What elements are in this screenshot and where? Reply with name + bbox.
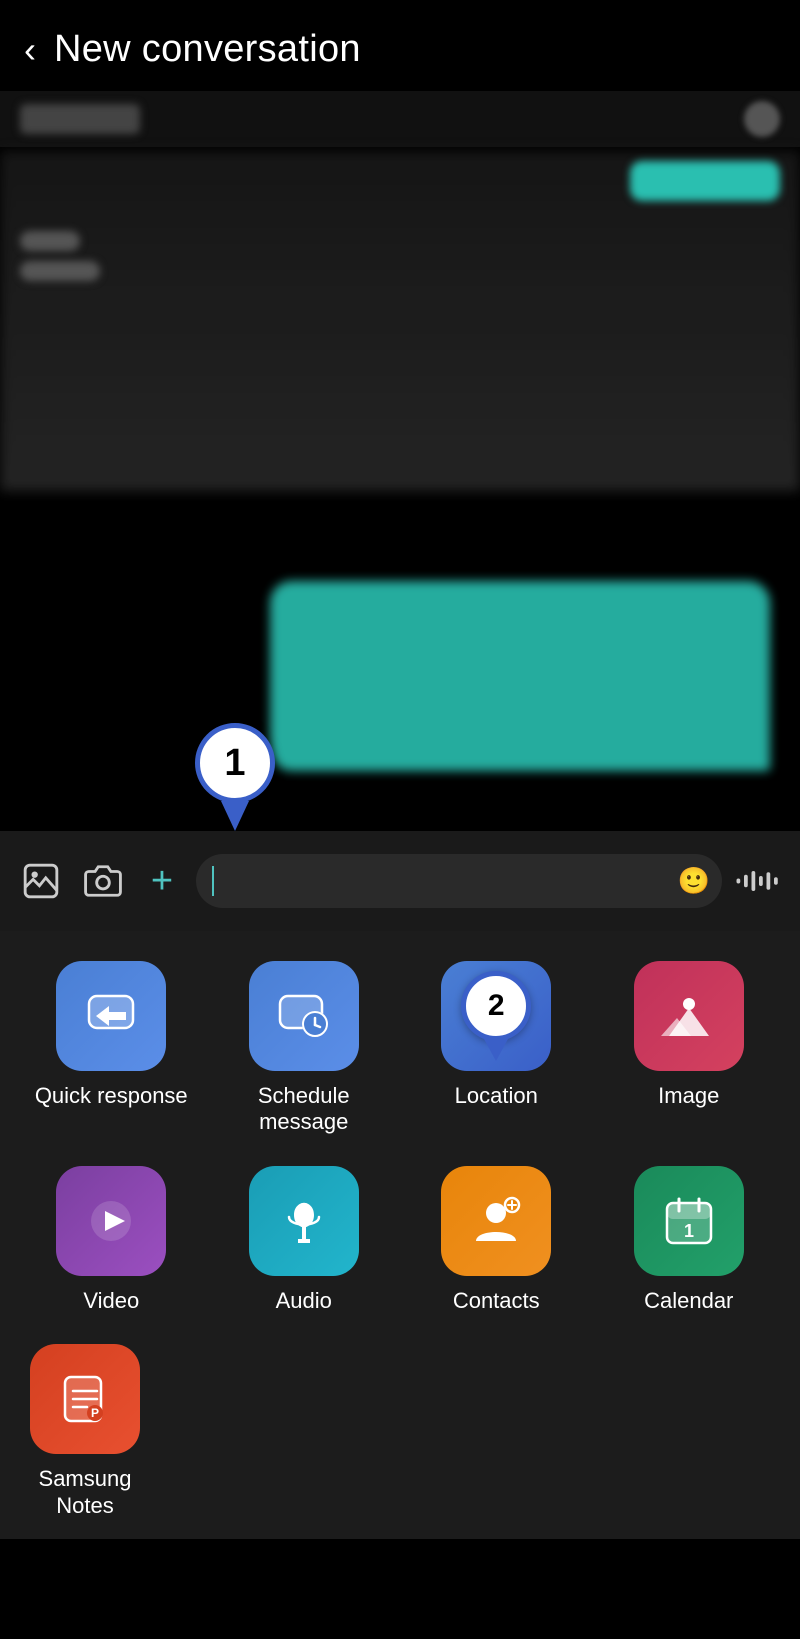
audio-icon xyxy=(249,1166,359,1276)
message-gray1 xyxy=(20,231,80,251)
schedule-message-icon xyxy=(249,961,359,1071)
back-button[interactable]: ‹ xyxy=(24,32,36,68)
app-item-samsung-notes[interactable]: P Samsung Notes xyxy=(30,1344,140,1519)
image-label: Image xyxy=(658,1083,719,1109)
app-grid-container: Quick response Schedule message xyxy=(0,931,800,1539)
camera-icon xyxy=(84,862,122,900)
app-item-contacts[interactable]: Contacts xyxy=(405,1166,588,1314)
voice-button[interactable] xyxy=(734,856,784,906)
voice-wave-icon xyxy=(734,866,784,896)
location-icon-bg: 2 xyxy=(441,961,551,1071)
video-icon xyxy=(56,1166,166,1276)
video-icon-svg xyxy=(81,1191,141,1251)
samsung-notes-label: Samsung Notes xyxy=(30,1466,140,1519)
samsung-notes-icon: P xyxy=(30,1344,140,1454)
recipient-avatar-blurred xyxy=(744,101,780,137)
chat-area: 1 + 🙂 xyxy=(0,91,800,931)
schedule-message-label: Schedule message xyxy=(213,1083,396,1136)
calendar-icon-svg: 1 xyxy=(659,1191,719,1251)
contacts-icon xyxy=(441,1166,551,1276)
pin-circle-2: 2 xyxy=(461,971,531,1041)
pin-tail-1 xyxy=(221,801,249,831)
audio-label: Audio xyxy=(276,1288,332,1314)
app-item-location[interactable]: 2 Location xyxy=(405,961,588,1136)
location-pin-1: 1 xyxy=(195,723,275,831)
schedule-message-icon-svg xyxy=(274,986,334,1046)
image-icon-svg xyxy=(659,986,719,1046)
gallery-icon xyxy=(22,862,60,900)
video-label: Video xyxy=(83,1288,139,1314)
app-grid-row1: Quick response Schedule message xyxy=(20,961,780,1136)
contacts-icon-svg xyxy=(466,1191,526,1251)
app-item-schedule-message[interactable]: Schedule message xyxy=(213,961,396,1136)
recipient-bar xyxy=(0,91,800,147)
quick-response-icon-svg xyxy=(81,986,141,1046)
app-item-calendar[interactable]: 1 Calendar xyxy=(598,1166,781,1314)
input-bar: + 🙂 xyxy=(0,831,800,931)
app-item-image[interactable]: Image xyxy=(598,961,781,1136)
contacts-label: Contacts xyxy=(453,1288,540,1314)
quick-response-label: Quick response xyxy=(35,1083,188,1109)
emoji-button[interactable]: 🙂 xyxy=(678,866,710,897)
camera-button[interactable] xyxy=(78,856,128,906)
pin-tail-2 xyxy=(484,1039,508,1061)
keyboard-blurred xyxy=(0,151,800,491)
app-item-quick-response[interactable]: Quick response xyxy=(20,961,203,1136)
recipient-name-blurred xyxy=(20,104,140,134)
text-cursor xyxy=(212,866,214,896)
app-item-video[interactable]: Video xyxy=(20,1166,203,1314)
svg-text:P: P xyxy=(91,1406,99,1420)
image-icon xyxy=(634,961,744,1071)
app-grid-row2: Video Audio xyxy=(20,1166,780,1314)
message-bubble-small xyxy=(630,161,780,201)
location-icon-wrap: 2 xyxy=(441,961,551,1071)
message-bubble-teal xyxy=(270,581,770,771)
app-item-audio[interactable]: Audio xyxy=(213,1166,396,1314)
location-pin-2: 2 xyxy=(461,971,531,1061)
header: ‹ New conversation xyxy=(0,0,800,91)
samsung-notes-icon-svg: P xyxy=(55,1369,115,1429)
quick-response-icon xyxy=(56,961,166,1071)
message-input[interactable]: 🙂 xyxy=(196,854,722,908)
gallery-button[interactable] xyxy=(16,856,66,906)
add-attachment-button[interactable]: + xyxy=(140,859,184,903)
location-label: Location xyxy=(455,1083,538,1109)
page-title: New conversation xyxy=(54,28,361,71)
calendar-label: Calendar xyxy=(644,1288,733,1314)
audio-icon-svg xyxy=(274,1191,334,1251)
app-grid-row3: P Samsung Notes xyxy=(20,1344,780,1519)
pin-circle-1: 1 xyxy=(195,723,275,803)
message-gray2 xyxy=(20,261,100,281)
calendar-icon: 1 xyxy=(634,1166,744,1276)
svg-text:1: 1 xyxy=(684,1221,694,1241)
